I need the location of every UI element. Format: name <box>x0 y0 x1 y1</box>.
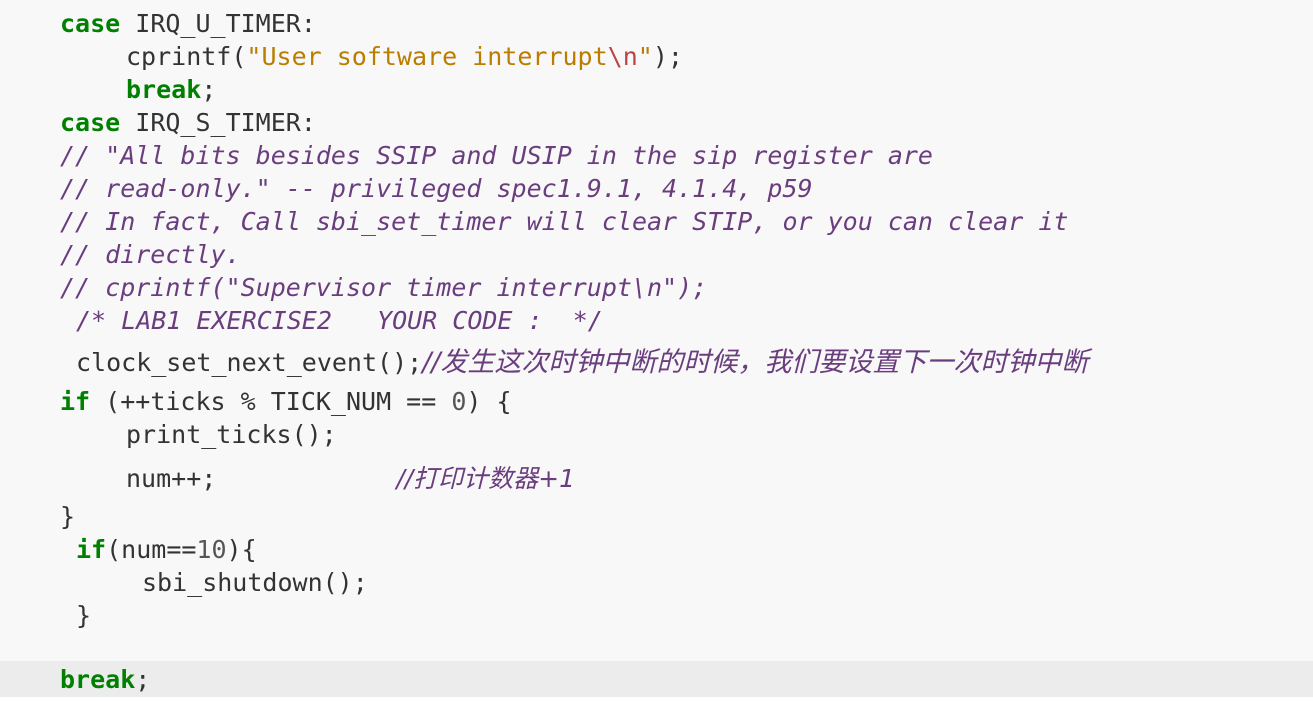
comment-line: // In fact, Call sbi_set_timer will clea… <box>60 207 1069 236</box>
keyword-if: if <box>76 535 107 564</box>
inline-comment: //打印计数器+1 <box>396 464 576 493</box>
code-line-case-u-timer: case IRQ_U_TIMER: <box>60 7 316 40</box>
keyword-if: if <box>60 387 91 416</box>
string-literal: "User software interrupt <box>246 42 608 71</box>
if-condition: (num== <box>106 535 197 564</box>
code-line-break-2: break; <box>60 663 150 696</box>
if-open-brace: ) { <box>466 387 512 416</box>
code-block: case IRQ_U_TIMER: cprintf("User software… <box>0 0 1313 697</box>
number-literal: 0 <box>451 387 467 416</box>
code-line-clock-set-next-event: clock_set_next_event();//发生这次时钟中断的时候，我们要… <box>76 346 1088 379</box>
keyword-case: case <box>60 108 121 137</box>
code-line-case-s-timer: case IRQ_S_TIMER: <box>60 106 316 139</box>
current-line-highlight <box>0 661 1313 697</box>
keyword-break: break <box>60 665 136 694</box>
num-increment: num++; <box>126 464 217 493</box>
case-label: IRQ_U_TIMER: <box>120 9 316 38</box>
block-comment: /* LAB1 EXERCISE2 YOUR CODE : */ <box>76 306 603 335</box>
if-open-brace: ){ <box>226 535 257 564</box>
comment-line: // directly. <box>60 240 241 269</box>
keyword-break: break <box>126 75 202 104</box>
code-line-close-brace: } <box>60 502 76 531</box>
code-line-close-brace: } <box>76 601 92 630</box>
code-line-num-increment: num++; //打印计数器+1 <box>126 462 575 495</box>
code-line-cprintf-user: cprintf("User software interrupt\n"); <box>126 40 683 73</box>
code-line-print-ticks: print_ticks(); <box>126 420 337 449</box>
semicolon: ; <box>135 665 151 694</box>
call-cprintf: cprintf( <box>126 42 247 71</box>
code-line-break-1: break; <box>126 73 216 106</box>
inline-comment: //发生这次时钟中断的时候，我们要设置下一次时钟中断 <box>422 347 1089 378</box>
keyword-case: case <box>60 9 121 38</box>
comment-line: // "All bits besides SSIP and USIP in th… <box>60 141 933 170</box>
call-close: ); <box>652 42 683 71</box>
number-literal: 10 <box>196 535 227 564</box>
semicolon: ; <box>201 75 217 104</box>
if-condition: (++ticks % TICK_NUM == <box>90 387 452 416</box>
comment-line: // read-only." -- privileged spec1.9.1, … <box>60 174 813 203</box>
code-line-if-num: if(num==10){ <box>76 533 257 566</box>
code-line-if-ticks: if (++ticks % TICK_NUM == 0) { <box>60 385 512 418</box>
call-clock-set-next-event: clock_set_next_event(); <box>76 348 423 377</box>
string-close: " <box>637 42 653 71</box>
code-line-sbi-shutdown: sbi_shutdown(); <box>142 568 368 597</box>
escape-sequence: \n <box>607 42 638 71</box>
comment-line: // cprintf("Supervisor timer interrupt\n… <box>60 273 708 302</box>
case-label: IRQ_S_TIMER: <box>120 108 316 137</box>
